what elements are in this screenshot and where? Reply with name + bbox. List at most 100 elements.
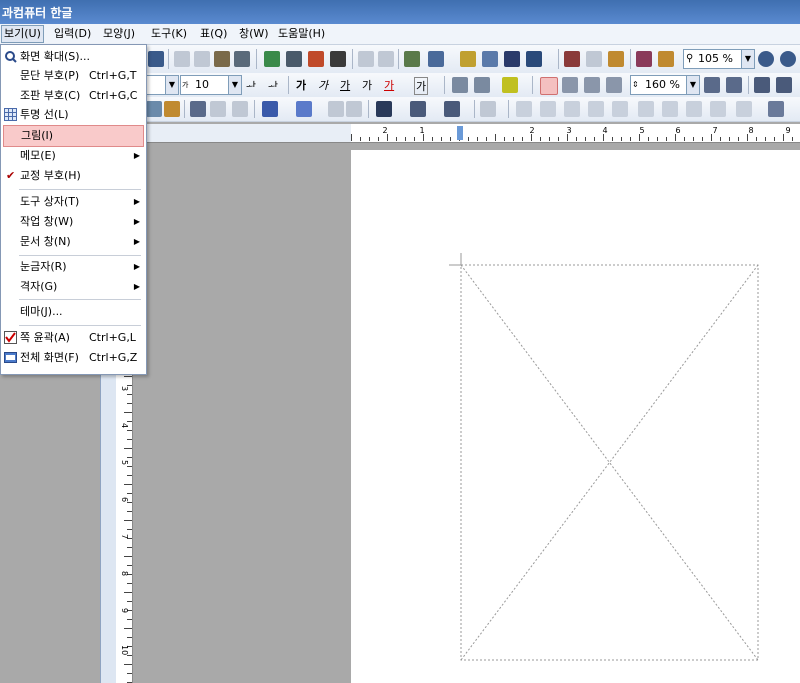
font-shrink-button[interactable]: ᅪ — [268, 78, 278, 94]
line-spacing-combo[interactable]: ⇕ 160 % ▼ — [630, 75, 700, 95]
memo-icon[interactable] — [608, 51, 624, 67]
highlighter-icon[interactable] — [502, 77, 518, 93]
menu-item-zoom[interactable]: 화면 확대(S)... — [1, 47, 146, 67]
page-border-icon[interactable] — [564, 51, 580, 67]
chevron-down-icon[interactable]: ▼ — [165, 76, 178, 94]
symbol-icon[interactable] — [526, 51, 542, 67]
paste-icon[interactable] — [214, 51, 230, 67]
zoom-in-icon[interactable] — [780, 51, 796, 67]
unlink-icon[interactable] — [378, 51, 394, 67]
menu-item-memo[interactable]: 메모(E) ▶ — [1, 146, 146, 166]
menu-item-toolbox[interactable]: 도구 상자(T) ▶ — [1, 192, 146, 212]
arc-icon[interactable] — [710, 101, 726, 117]
menu-format[interactable]: 모양(J) — [101, 26, 137, 42]
object-props-icon[interactable] — [210, 101, 226, 117]
menu-view[interactable]: 보기(U) — [1, 25, 44, 43]
menu-table[interactable]: 표(Q) — [198, 26, 229, 42]
char-shape-icon[interactable] — [264, 51, 280, 67]
chevron-down-icon[interactable]: ▼ — [741, 50, 754, 68]
menu-item-control-codes[interactable]: 조판 부호(C) Ctrl+G,C — [1, 86, 146, 106]
columns-icon[interactable] — [330, 51, 346, 67]
char-spacing-icon[interactable] — [452, 77, 468, 93]
align-right-icon[interactable] — [606, 77, 622, 93]
connector-icon[interactable] — [736, 101, 752, 117]
font-combo[interactable]: ▼ — [145, 75, 179, 95]
fill-color-icon[interactable] — [296, 101, 312, 117]
ellipse-icon[interactable] — [638, 101, 654, 117]
line-thickness-icon[interactable] — [410, 101, 426, 117]
italic-button[interactable]: 가 — [318, 77, 328, 93]
image-insert-icon[interactable] — [164, 101, 180, 117]
menu-insert[interactable]: 입력(D) — [52, 26, 93, 42]
find-icon[interactable] — [148, 51, 164, 67]
send-back-icon[interactable] — [346, 101, 362, 117]
presentation-icon[interactable] — [636, 51, 652, 67]
group-icon[interactable] — [232, 101, 248, 117]
indent-decrease-icon[interactable] — [704, 77, 720, 93]
copy-icon[interactable] — [194, 51, 210, 67]
edit-points-icon[interactable] — [768, 101, 784, 117]
align-left-icon[interactable] — [562, 77, 578, 93]
highlight-button[interactable]: 가 — [414, 77, 429, 95]
polygon-icon[interactable] — [686, 101, 702, 117]
menu-item-picture[interactable]: 그림(I) — [3, 125, 144, 147]
format-painter-icon[interactable] — [234, 51, 250, 67]
menu-help[interactable]: 도움말(H) — [276, 26, 327, 42]
link-icon[interactable] — [358, 51, 374, 67]
menu-item-theme[interactable]: 테마(J)... — [1, 302, 146, 322]
cut-icon[interactable] — [174, 51, 190, 67]
table-icon[interactable] — [428, 51, 444, 67]
flip-icon[interactable] — [588, 101, 604, 117]
horizontal-ruler[interactable]: 21123456789 — [351, 124, 800, 143]
align-center-icon[interactable] — [584, 77, 600, 93]
select-object-icon[interactable] — [190, 101, 206, 117]
strike-button[interactable]: 가 — [362, 77, 372, 93]
line-color-icon[interactable] — [262, 101, 278, 117]
menu-item-para-marks[interactable]: 문단 부호(P) Ctrl+G,T — [1, 66, 146, 86]
para-shape-icon[interactable] — [286, 51, 302, 67]
document-page[interactable] — [351, 150, 800, 683]
zoom-out-icon[interactable] — [758, 51, 774, 67]
chart-icon[interactable] — [460, 51, 476, 67]
font-grow-button[interactable]: ᅪ — [246, 78, 256, 94]
font-color-button[interactable]: 가 — [384, 77, 394, 93]
menu-item-ruler[interactable]: 눈금자(R) ▶ — [1, 257, 146, 277]
align-objects-icon[interactable] — [516, 101, 532, 117]
bullet-icon[interactable] — [776, 77, 792, 93]
menu-tools[interactable]: 도구(K) — [149, 26, 189, 42]
menu-item-task-pane[interactable]: 작업 창(W) ▶ — [1, 212, 146, 232]
menu-item-transparent-lines[interactable]: 투명 선(L) — [1, 105, 146, 125]
shadow-icon[interactable] — [480, 101, 496, 117]
underline-button[interactable]: 가 — [340, 77, 350, 93]
distribute-icon[interactable] — [540, 101, 556, 117]
rotate-icon[interactable] — [564, 101, 580, 117]
line-style-icon[interactable] — [376, 101, 392, 117]
indent-increase-icon[interactable] — [726, 77, 742, 93]
bring-front-icon[interactable] — [328, 101, 344, 117]
page-setup-icon[interactable] — [586, 51, 602, 67]
align-justify-icon[interactable] — [540, 77, 558, 95]
curve-icon[interactable] — [662, 101, 678, 117]
style-icon[interactable] — [308, 51, 324, 67]
bold-button[interactable]: 가 — [296, 77, 306, 93]
menu-item-proof-marks[interactable]: ✔ 교정 부호(H) — [1, 166, 146, 186]
chevron-down-icon[interactable]: ▼ — [228, 76, 241, 94]
menu-item-doc-window[interactable]: 문서 창(N) ▶ — [1, 232, 146, 252]
formula-icon[interactable] — [504, 51, 520, 67]
ruler-tick-label: 5 — [120, 460, 129, 465]
zoom-combo[interactable]: ⚲ 105 % ▼ — [683, 49, 755, 69]
menu-item-page-outline[interactable]: 쪽 윤곽(A) Ctrl+G,L — [1, 328, 146, 348]
chevron-down-icon[interactable]: ▼ — [686, 76, 699, 94]
equation-icon[interactable] — [482, 51, 498, 67]
menu-window[interactable]: 창(W) — [237, 26, 271, 42]
menu-item-grid[interactable]: 격자(G) ▶ — [1, 277, 146, 297]
textbox-icon[interactable] — [146, 101, 162, 117]
arrow-style-icon[interactable] — [444, 101, 460, 117]
char-width-icon[interactable] — [474, 77, 490, 93]
menu-item-full-screen[interactable]: 전체 화면(F) Ctrl+G,Z — [1, 348, 146, 368]
picture-icon[interactable] — [404, 51, 420, 67]
crop-icon[interactable] — [612, 101, 628, 117]
book-icon[interactable] — [658, 51, 674, 67]
numbering-icon[interactable] — [754, 77, 770, 93]
font-size-combo[interactable]: 가 10 ▼ — [180, 75, 242, 95]
